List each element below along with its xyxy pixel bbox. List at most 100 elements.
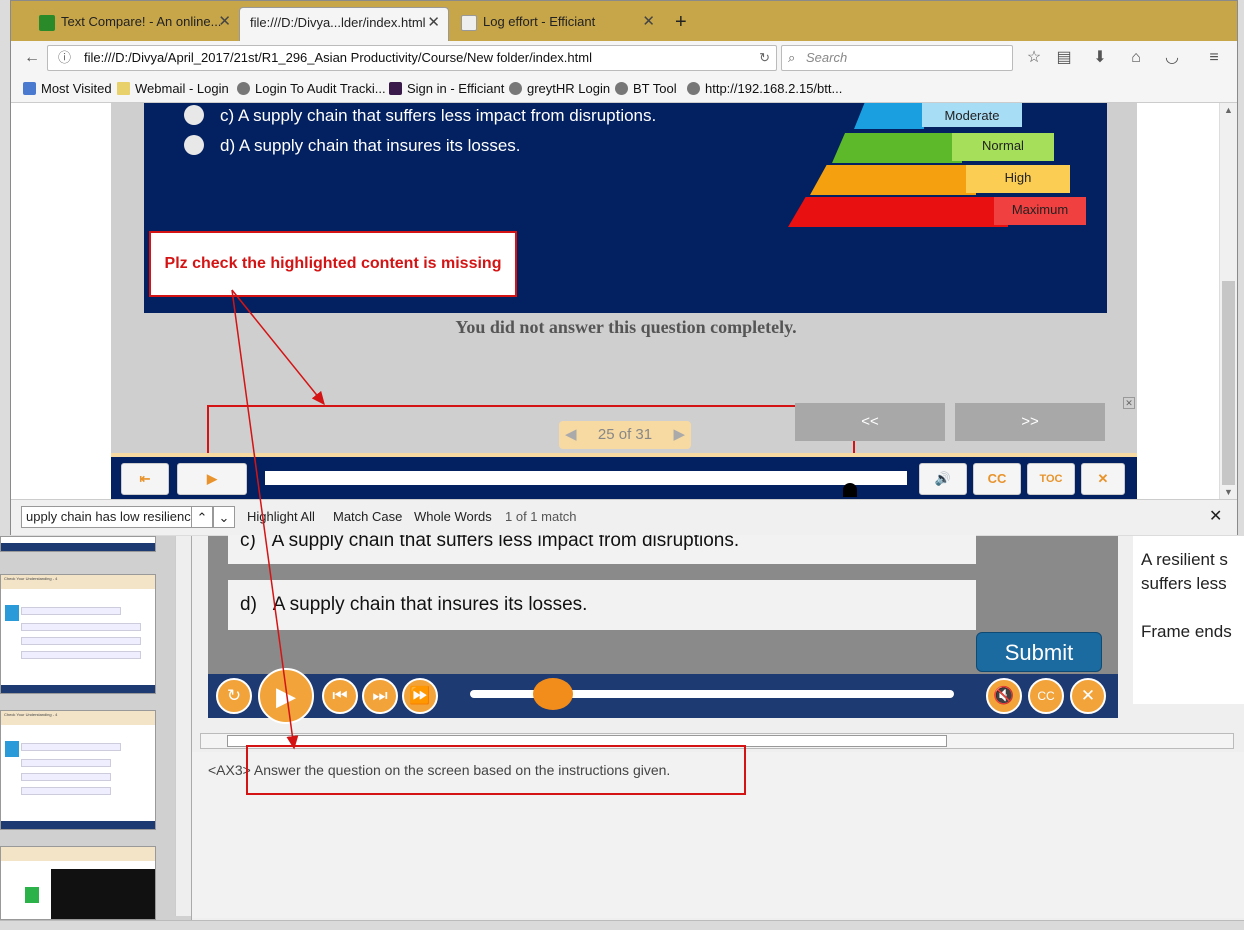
previous-icon[interactable]: ⏮: [322, 678, 358, 714]
globe-icon: [237, 82, 250, 95]
prev-button[interactable]: <<: [795, 403, 945, 441]
bookmark-greythr[interactable]: greytHR Login: [509, 81, 610, 96]
panel-text-line: A resilient s: [1141, 550, 1228, 569]
page-scrollbar[interactable]: ▲ ▼: [1219, 103, 1237, 499]
pocket-icon[interactable]: ◡: [1161, 47, 1183, 69]
text-compare-icon: [39, 14, 55, 31]
volume-icon[interactable]: 🔊: [919, 463, 967, 495]
slide-thumbnail[interactable]: Check Your Understanding - 4: [0, 574, 156, 694]
submit-button[interactable]: Submit: [976, 632, 1102, 672]
preview-slide: c) A supply chain that suffers less impa…: [208, 522, 1118, 724]
option-c[interactable]: c) A supply chain that suffers less impa…: [184, 105, 656, 126]
browser-window: Text Compare! - An online... ✕ file:///D:…: [10, 0, 1238, 535]
close-tab-icon[interactable]: ✕: [642, 7, 655, 37]
close-tab-icon[interactable]: ✕: [218, 7, 231, 37]
progress-knob[interactable]: [843, 483, 857, 497]
search-input[interactable]: ⌕ Search: [781, 45, 1013, 71]
bookmark-audit[interactable]: Login To Audit Tracki...: [237, 81, 386, 96]
thumbnail-title: Check Your Understanding - 4: [1, 575, 155, 589]
pyramid-label-moderate: Moderate: [922, 103, 1022, 127]
highlight-box: [207, 405, 855, 457]
exit-icon[interactable]: ⇤: [121, 463, 169, 495]
status-bar: [0, 920, 1244, 930]
pyramid-label-high: High: [966, 165, 1070, 193]
properties-panel: A resilient s suffers less Frame ends: [1133, 536, 1244, 704]
preview-seek-knob[interactable]: [532, 678, 573, 710]
panel-text-line: suffers less: [1141, 574, 1227, 593]
bookmark-most-visited[interactable]: Most Visited: [23, 81, 112, 96]
back-icon[interactable]: ←: [21, 47, 43, 69]
captions-button[interactable]: CC: [973, 463, 1021, 495]
bookmark-star-icon[interactable]: ☆: [1023, 47, 1045, 69]
close-icon[interactable]: ✕: [1070, 678, 1106, 714]
match-case-toggle[interactable]: Match Case: [333, 506, 402, 528]
bookmark-bt-tool[interactable]: BT Tool: [615, 81, 677, 96]
play-icon[interactable]: ▶: [258, 668, 314, 724]
bookmark-webmail[interactable]: Webmail - Login: [117, 81, 229, 96]
tab-strip: Text Compare! - An online... ✕ file:///D:…: [11, 1, 1237, 41]
find-result: 1 of 1 match: [505, 509, 577, 524]
slide-thumbnail[interactable]: [0, 846, 156, 920]
player-control-bar: ⇤ ▶ 🔊 CC TOC ✕: [111, 453, 1137, 499]
option-d[interactable]: d) A supply chain that insures its losse…: [184, 135, 521, 156]
globe-icon: [509, 82, 522, 95]
close-icon[interactable]: ✕: [1081, 463, 1125, 495]
search-icon: ⌕: [788, 50, 796, 65]
whole-words-toggle[interactable]: Whole Words: [414, 506, 492, 528]
find-bar: upply chain has low resilience ⌃ ⌄ Highl…: [11, 499, 1237, 535]
reload-icon[interactable]: ↻: [759, 46, 770, 70]
bookmark-192[interactable]: http://192.168.2.15/btt...: [687, 81, 842, 96]
slide-thumbnail[interactable]: [0, 536, 156, 552]
download-icon[interactable]: ⬇: [1089, 47, 1111, 69]
feedback-message: You did not answer this question complet…: [455, 317, 797, 337]
reading-list-icon[interactable]: ▤: [1053, 47, 1075, 69]
new-tab-button[interactable]: +: [665, 7, 695, 41]
bookmark-efficiant[interactable]: Sign in - Efficiant: [389, 81, 504, 96]
globe-icon: [615, 82, 628, 95]
tab-log-effort[interactable]: Log effort - Efficiant ✕: [451, 7, 663, 41]
home-icon[interactable]: ⌂: [1125, 47, 1147, 69]
url-bar[interactable]: ⓘ file:///D:/Divya/April_2017/21st/R1_29…: [47, 45, 777, 71]
captions-icon[interactable]: CC: [1028, 678, 1064, 714]
find-next-icon[interactable]: ⌄: [213, 506, 235, 528]
mute-icon[interactable]: 🔇: [986, 678, 1022, 714]
page-content: c) A supply chain that suffers less impa…: [11, 103, 1237, 499]
fast-forward-icon[interactable]: ⏩: [402, 678, 438, 714]
scroll-down-icon[interactable]: ▼: [1224, 487, 1233, 497]
close-icon[interactable]: ✕: [1123, 397, 1135, 409]
radio-button[interactable]: [184, 135, 204, 155]
find-previous-icon[interactable]: ⌃: [191, 506, 213, 528]
play-icon[interactable]: ▶: [177, 463, 247, 495]
tab-text-compare[interactable]: Text Compare! - An online... ✕: [29, 7, 239, 41]
panel-text-line: Frame ends: [1141, 622, 1232, 641]
menu-icon[interactable]: ≡: [1203, 47, 1225, 69]
bookmarks-toolbar: Most Visited Webmail - Login Login To Au…: [11, 75, 1237, 103]
progress-bar[interactable]: [265, 471, 907, 485]
scroll-up-icon[interactable]: ▲: [1224, 105, 1233, 115]
radio-button[interactable]: [184, 105, 204, 125]
tab-index-html[interactable]: file:///D:/Divya...lder/index.html ✕: [239, 7, 449, 41]
globe-icon: [687, 82, 700, 95]
pyramid-label-normal: Normal: [952, 133, 1054, 161]
efficiant-icon: [389, 82, 402, 95]
slide-thumbnail[interactable]: Check Your Understanding - 4: [0, 710, 156, 830]
notes-highlight-box: [246, 745, 746, 795]
replay-icon[interactable]: ↻: [216, 678, 252, 714]
thumbnail-title: Check Your Understanding - 4: [1, 711, 155, 725]
annotation-note: Plz check the highlighted content is mis…: [149, 231, 517, 297]
pyramid-label-maximum: Maximum: [994, 197, 1086, 225]
thumbnail-scrollbar[interactable]: [175, 536, 191, 916]
bookmark-icon: [23, 82, 36, 95]
find-input[interactable]: upply chain has low resilience: [21, 506, 197, 528]
slide-thumbnail-panel: Check Your Understanding - 4 Check Your …: [0, 536, 192, 920]
next-button[interactable]: >>: [955, 403, 1105, 441]
toc-button[interactable]: TOC: [1027, 463, 1075, 495]
mail-icon: [117, 82, 130, 95]
next-icon[interactable]: ⏭: [362, 678, 398, 714]
close-find-icon[interactable]: ✕: [1209, 506, 1222, 528]
close-tab-icon[interactable]: ✕: [427, 8, 440, 38]
answer-option-d[interactable]: d) A supply chain that insures its losse…: [228, 580, 976, 630]
info-icon[interactable]: ⓘ: [58, 46, 71, 70]
highlight-all-toggle[interactable]: Highlight All: [247, 506, 315, 528]
navigation-bar: ← ⓘ file:///D:/Divya/April_2017/21st/R1_…: [11, 41, 1237, 75]
